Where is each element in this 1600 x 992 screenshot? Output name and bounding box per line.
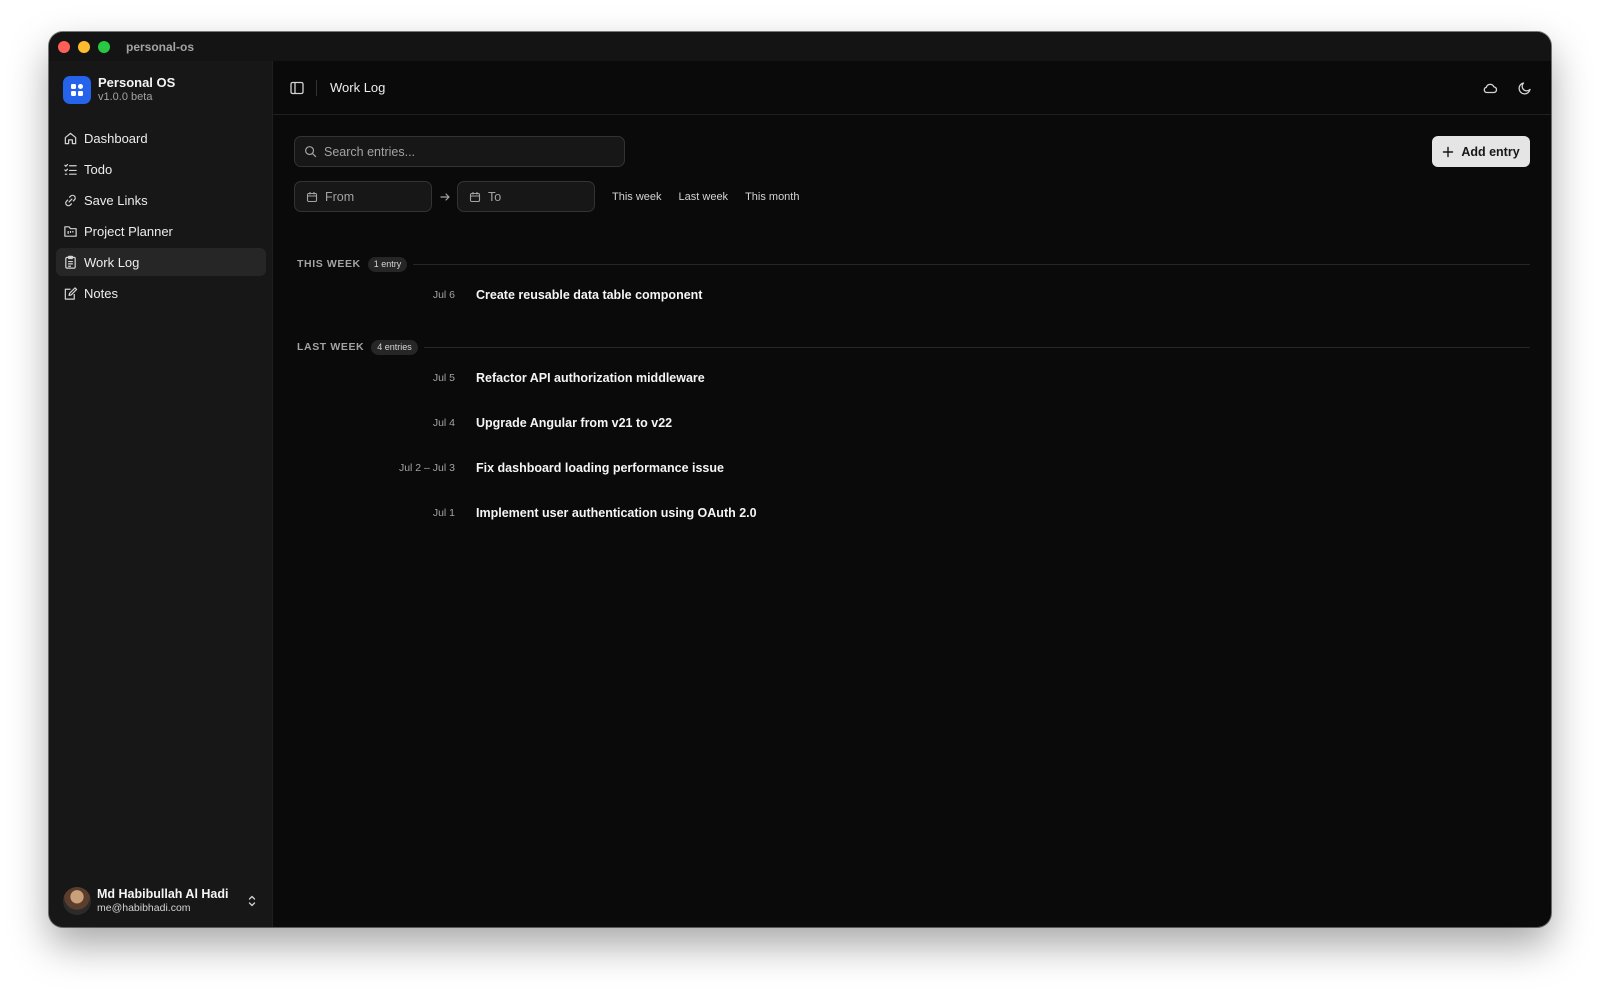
list-checks-icon: [64, 163, 77, 175]
sidebar-item-notes[interactable]: Notes: [56, 279, 266, 307]
search-input[interactable]: [324, 144, 604, 159]
sidebar: Personal OS v1.0.0 beta Dashboard Todo S…: [49, 61, 273, 927]
log-entry[interactable]: Jul 6 Create reusable data table compone…: [294, 272, 1530, 317]
preset-this-week[interactable]: This week: [612, 191, 662, 203]
entry-date: Jul 1: [432, 506, 455, 519]
cloud-sync-icon[interactable]: [1482, 80, 1498, 96]
entry-title: Implement user authentication using OAut…: [476, 505, 757, 520]
top-bar: Work Log: [273, 61, 1551, 115]
sidebar-item-label: Project Planner: [84, 223, 173, 239]
brand-logo-icon: [63, 75, 91, 104]
section-label: LAST WEEK: [297, 341, 365, 353]
avatar: [63, 887, 91, 915]
sidebar-nav: Dashboard Todo Save Links Project Planne…: [56, 124, 266, 310]
preset-this-month[interactable]: This month: [745, 191, 799, 203]
moon-icon[interactable]: [1517, 80, 1533, 96]
log-entry[interactable]: Jul 4 Upgrade Angular from v21 to v22: [294, 400, 1530, 445]
to-date-placeholder: To: [488, 189, 502, 204]
maximize-window-button[interactable]: [98, 40, 110, 53]
plus-icon: [1443, 146, 1454, 157]
user-email: me@habibhadi.com: [97, 902, 191, 914]
title-bar: personal-os: [49, 32, 1551, 61]
brand-name: Personal OS: [98, 75, 176, 90]
user-menu[interactable]: Md Habibullah Al Hadi me@habibhadi.com: [63, 887, 259, 915]
calendar-icon: [469, 191, 481, 202]
calendar-icon: [306, 191, 318, 202]
user-name: Md Habibullah Al Hadi: [97, 887, 229, 901]
section-this-week: THIS WEEK 1 entry Jul 6 Create reusable …: [294, 256, 1530, 317]
entry-date: Jul 4: [432, 416, 455, 429]
from-date-placeholder: From: [325, 189, 355, 204]
clipboard-list-icon: [65, 255, 76, 269]
divider: [423, 346, 1530, 348]
entry-count-badge: 1 entry: [367, 256, 408, 272]
preset-last-week[interactable]: Last week: [679, 191, 729, 203]
sidebar-item-label: Dashboard: [84, 130, 148, 146]
sidebar-item-label: Notes: [84, 285, 118, 301]
to-date-picker[interactable]: To: [457, 181, 595, 212]
entry-title: Fix dashboard loading performance issue: [476, 460, 724, 475]
sidebar-item-label: Work Log: [84, 254, 140, 270]
note-edit-icon: [64, 286, 78, 300]
sidebar-item-todo[interactable]: Todo: [56, 155, 266, 183]
close-window-button[interactable]: [58, 40, 70, 53]
link-icon: [65, 194, 76, 206]
window-controls: [58, 40, 110, 53]
add-entry-label: Add entry: [1461, 144, 1520, 159]
brand-version: v1.0.0 beta: [98, 91, 153, 103]
app-window: personal-os Personal OS v1.0.0 beta Dash…: [49, 32, 1551, 927]
sidebar-item-project-planner[interactable]: Project Planner: [56, 217, 266, 245]
sidebar-toggle-icon[interactable]: [289, 80, 305, 96]
section-label: THIS WEEK: [297, 258, 361, 270]
entry-count-badge: 4 entries: [371, 339, 418, 355]
arrow-right-icon: [440, 192, 450, 201]
folder-kanban-icon: [64, 225, 77, 237]
sidebar-item-work-log[interactable]: Work Log: [56, 248, 266, 276]
window-title: personal-os: [126, 39, 195, 54]
entry-date: Jul 2 – Jul 3: [398, 461, 455, 474]
minimize-window-button[interactable]: [78, 40, 90, 53]
entry-date: Jul 5: [432, 371, 455, 384]
log-entry[interactable]: Jul 5 Refactor API authorization middlew…: [294, 355, 1530, 400]
log-entry[interactable]: Jul 1 Implement user authentication usin…: [294, 490, 1530, 535]
date-filter: From To This week Last week This month: [294, 181, 799, 212]
divider: [413, 263, 1530, 265]
main-content: Work Log Add entry From To: [273, 61, 1551, 927]
divider: [316, 79, 317, 96]
search-input-wrapper[interactable]: [294, 136, 625, 167]
log-entry[interactable]: Jul 2 – Jul 3 Fix dashboard loading perf…: [294, 445, 1530, 490]
sidebar-item-label: Todo: [84, 161, 113, 177]
sidebar-item-label: Save Links: [84, 192, 148, 208]
chevrons-up-down-icon: [248, 895, 256, 907]
from-date-picker[interactable]: From: [294, 181, 432, 212]
search-icon: [305, 146, 317, 158]
sidebar-item-dashboard[interactable]: Dashboard: [56, 124, 266, 152]
sidebar-item-save-links[interactable]: Save Links: [56, 186, 266, 214]
page-title: Work Log: [330, 80, 386, 95]
brand[interactable]: Personal OS v1.0.0 beta: [63, 75, 175, 104]
entry-title: Refactor API authorization middleware: [476, 370, 705, 385]
entry-date: Jul 6: [432, 288, 455, 301]
add-entry-button[interactable]: Add entry: [1432, 136, 1530, 167]
date-presets: This week Last week This month: [612, 191, 799, 203]
home-icon: [64, 132, 77, 144]
entry-title: Create reusable data table component: [476, 287, 703, 302]
entry-title: Upgrade Angular from v21 to v22: [476, 415, 673, 430]
section-last-week: LAST WEEK 4 entries Jul 5 Refactor API a…: [294, 339, 1530, 535]
